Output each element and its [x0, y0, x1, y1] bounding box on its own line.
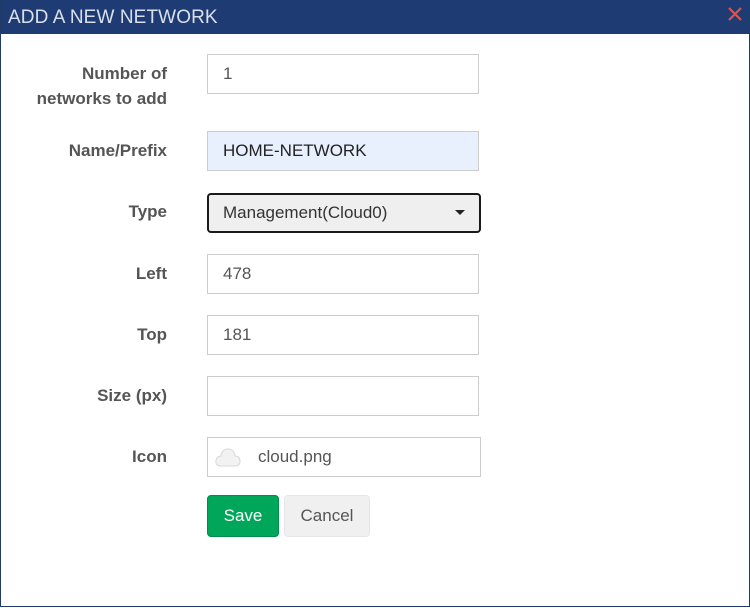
type-label: Type	[128, 202, 167, 221]
top-input[interactable]	[207, 315, 479, 355]
dialog-titlebar: ADD A NEW NETWORK	[1, 0, 750, 34]
top-label: Top	[137, 325, 167, 344]
cloud-icon	[215, 448, 241, 467]
save-button[interactable]: Save	[207, 495, 279, 537]
count-label-line2: networks to add	[36, 89, 167, 108]
dialog-title: ADD A NEW NETWORK	[8, 7, 218, 28]
chevron-down-icon	[455, 210, 465, 215]
icon-select[interactable]: cloud.png	[207, 437, 481, 477]
count-label-line1: Number of	[82, 64, 167, 83]
left-input[interactable]	[207, 254, 479, 294]
name-input[interactable]	[207, 131, 479, 171]
left-label: Left	[135, 264, 167, 283]
icon-filename: cloud.png	[258, 447, 332, 466]
add-network-dialog: ADD A NEW NETWORK Number of networks to …	[0, 0, 750, 607]
cancel-button[interactable]: Cancel	[284, 495, 370, 537]
count-label: Number of networks to add	[7, 61, 167, 111]
close-icon[interactable]	[725, 4, 745, 24]
type-select-value: Management(Cloud0)	[223, 203, 388, 222]
icon-label: Icon	[132, 447, 167, 466]
size-input[interactable]	[207, 376, 479, 416]
name-label: Name/Prefix	[68, 141, 167, 160]
count-input[interactable]	[207, 54, 479, 94]
size-label: Size (px)	[97, 386, 167, 405]
type-select[interactable]: Management(Cloud0)	[207, 193, 481, 233]
